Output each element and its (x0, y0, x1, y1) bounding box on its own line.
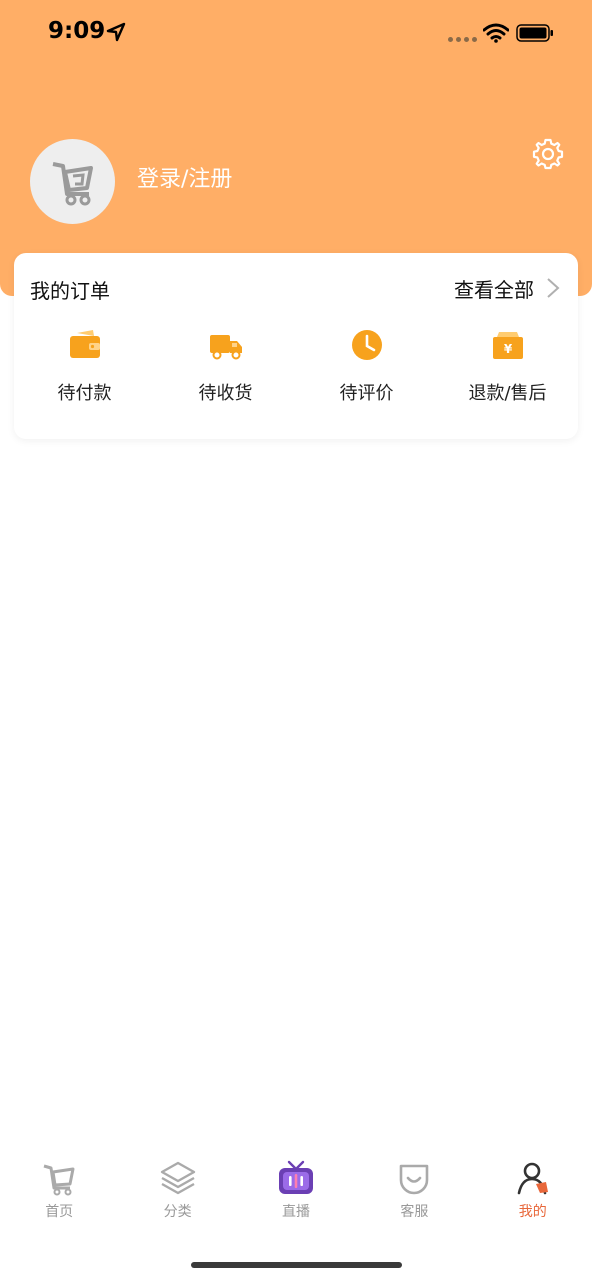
wifi-icon (483, 23, 509, 43)
user-icon (517, 1162, 548, 1195)
battery-icon (516, 24, 553, 42)
orders-title: 我的订单 (30, 279, 110, 303)
home-indicator[interactable] (191, 1262, 402, 1268)
tab-label: 分类 (163, 1204, 192, 1220)
gear-icon[interactable] (531, 137, 565, 171)
wallet-icon (69, 330, 100, 358)
view-all-orders-link[interactable]: 查看全部 (454, 273, 560, 303)
tab-label: 直播 (281, 1204, 310, 1220)
status-time: 9:09 (48, 18, 106, 44)
order-label: 待付款 (57, 383, 112, 404)
tab-category[interactable]: 分类 (118, 1160, 236, 1240)
tab-label: 首页 (45, 1204, 74, 1220)
avatar[interactable] (30, 139, 115, 224)
status-bar: 9:09 (0, 0, 592, 70)
avatar-logo-icon (52, 161, 93, 205)
truck-icon (209, 335, 242, 360)
order-refund-aftersale[interactable]: ¥ 退款/售后 (437, 327, 578, 405)
tab-live[interactable]: 直播 (237, 1160, 355, 1240)
layers-icon (160, 1161, 195, 1195)
signal-dots-icon (448, 37, 477, 42)
order-pending-receipt[interactable]: 待收货 (155, 327, 296, 405)
login-register-link[interactable]: 登录/注册 (137, 161, 232, 193)
tab-label: 我的 (518, 1204, 547, 1220)
chevron-right-icon (547, 278, 560, 298)
tab-mine[interactable]: 我的 (474, 1160, 592, 1240)
tab-home[interactable]: 首页 (0, 1160, 118, 1240)
my-orders-card: 我的订单 查看全部 待付款 待收货 待评价 ¥ 退款/售后 (14, 253, 578, 439)
bottom-tab-bar: 首页 分类 直播 客服 我的 (0, 1160, 592, 1240)
order-label: 待评价 (339, 383, 394, 404)
svg-text:¥: ¥ (503, 342, 512, 356)
order-label: 退款/售后 (468, 383, 547, 404)
home-logo-icon (43, 1164, 75, 1196)
location-arrow-icon (106, 22, 126, 42)
tab-label: 客服 (400, 1204, 429, 1220)
tv-live-icon (278, 1160, 313, 1194)
tab-customer-service[interactable]: 客服 (355, 1160, 473, 1240)
order-pending-review[interactable]: 待评价 (296, 327, 437, 405)
order-label: 待收货 (198, 383, 253, 404)
clock-icon (351, 330, 382, 360)
refund-yen-icon: ¥ (492, 332, 523, 359)
order-pending-payment[interactable]: 待付款 (14, 327, 155, 405)
view-all-label: 查看全部 (454, 277, 534, 302)
smile-service-icon (400, 1164, 429, 1195)
